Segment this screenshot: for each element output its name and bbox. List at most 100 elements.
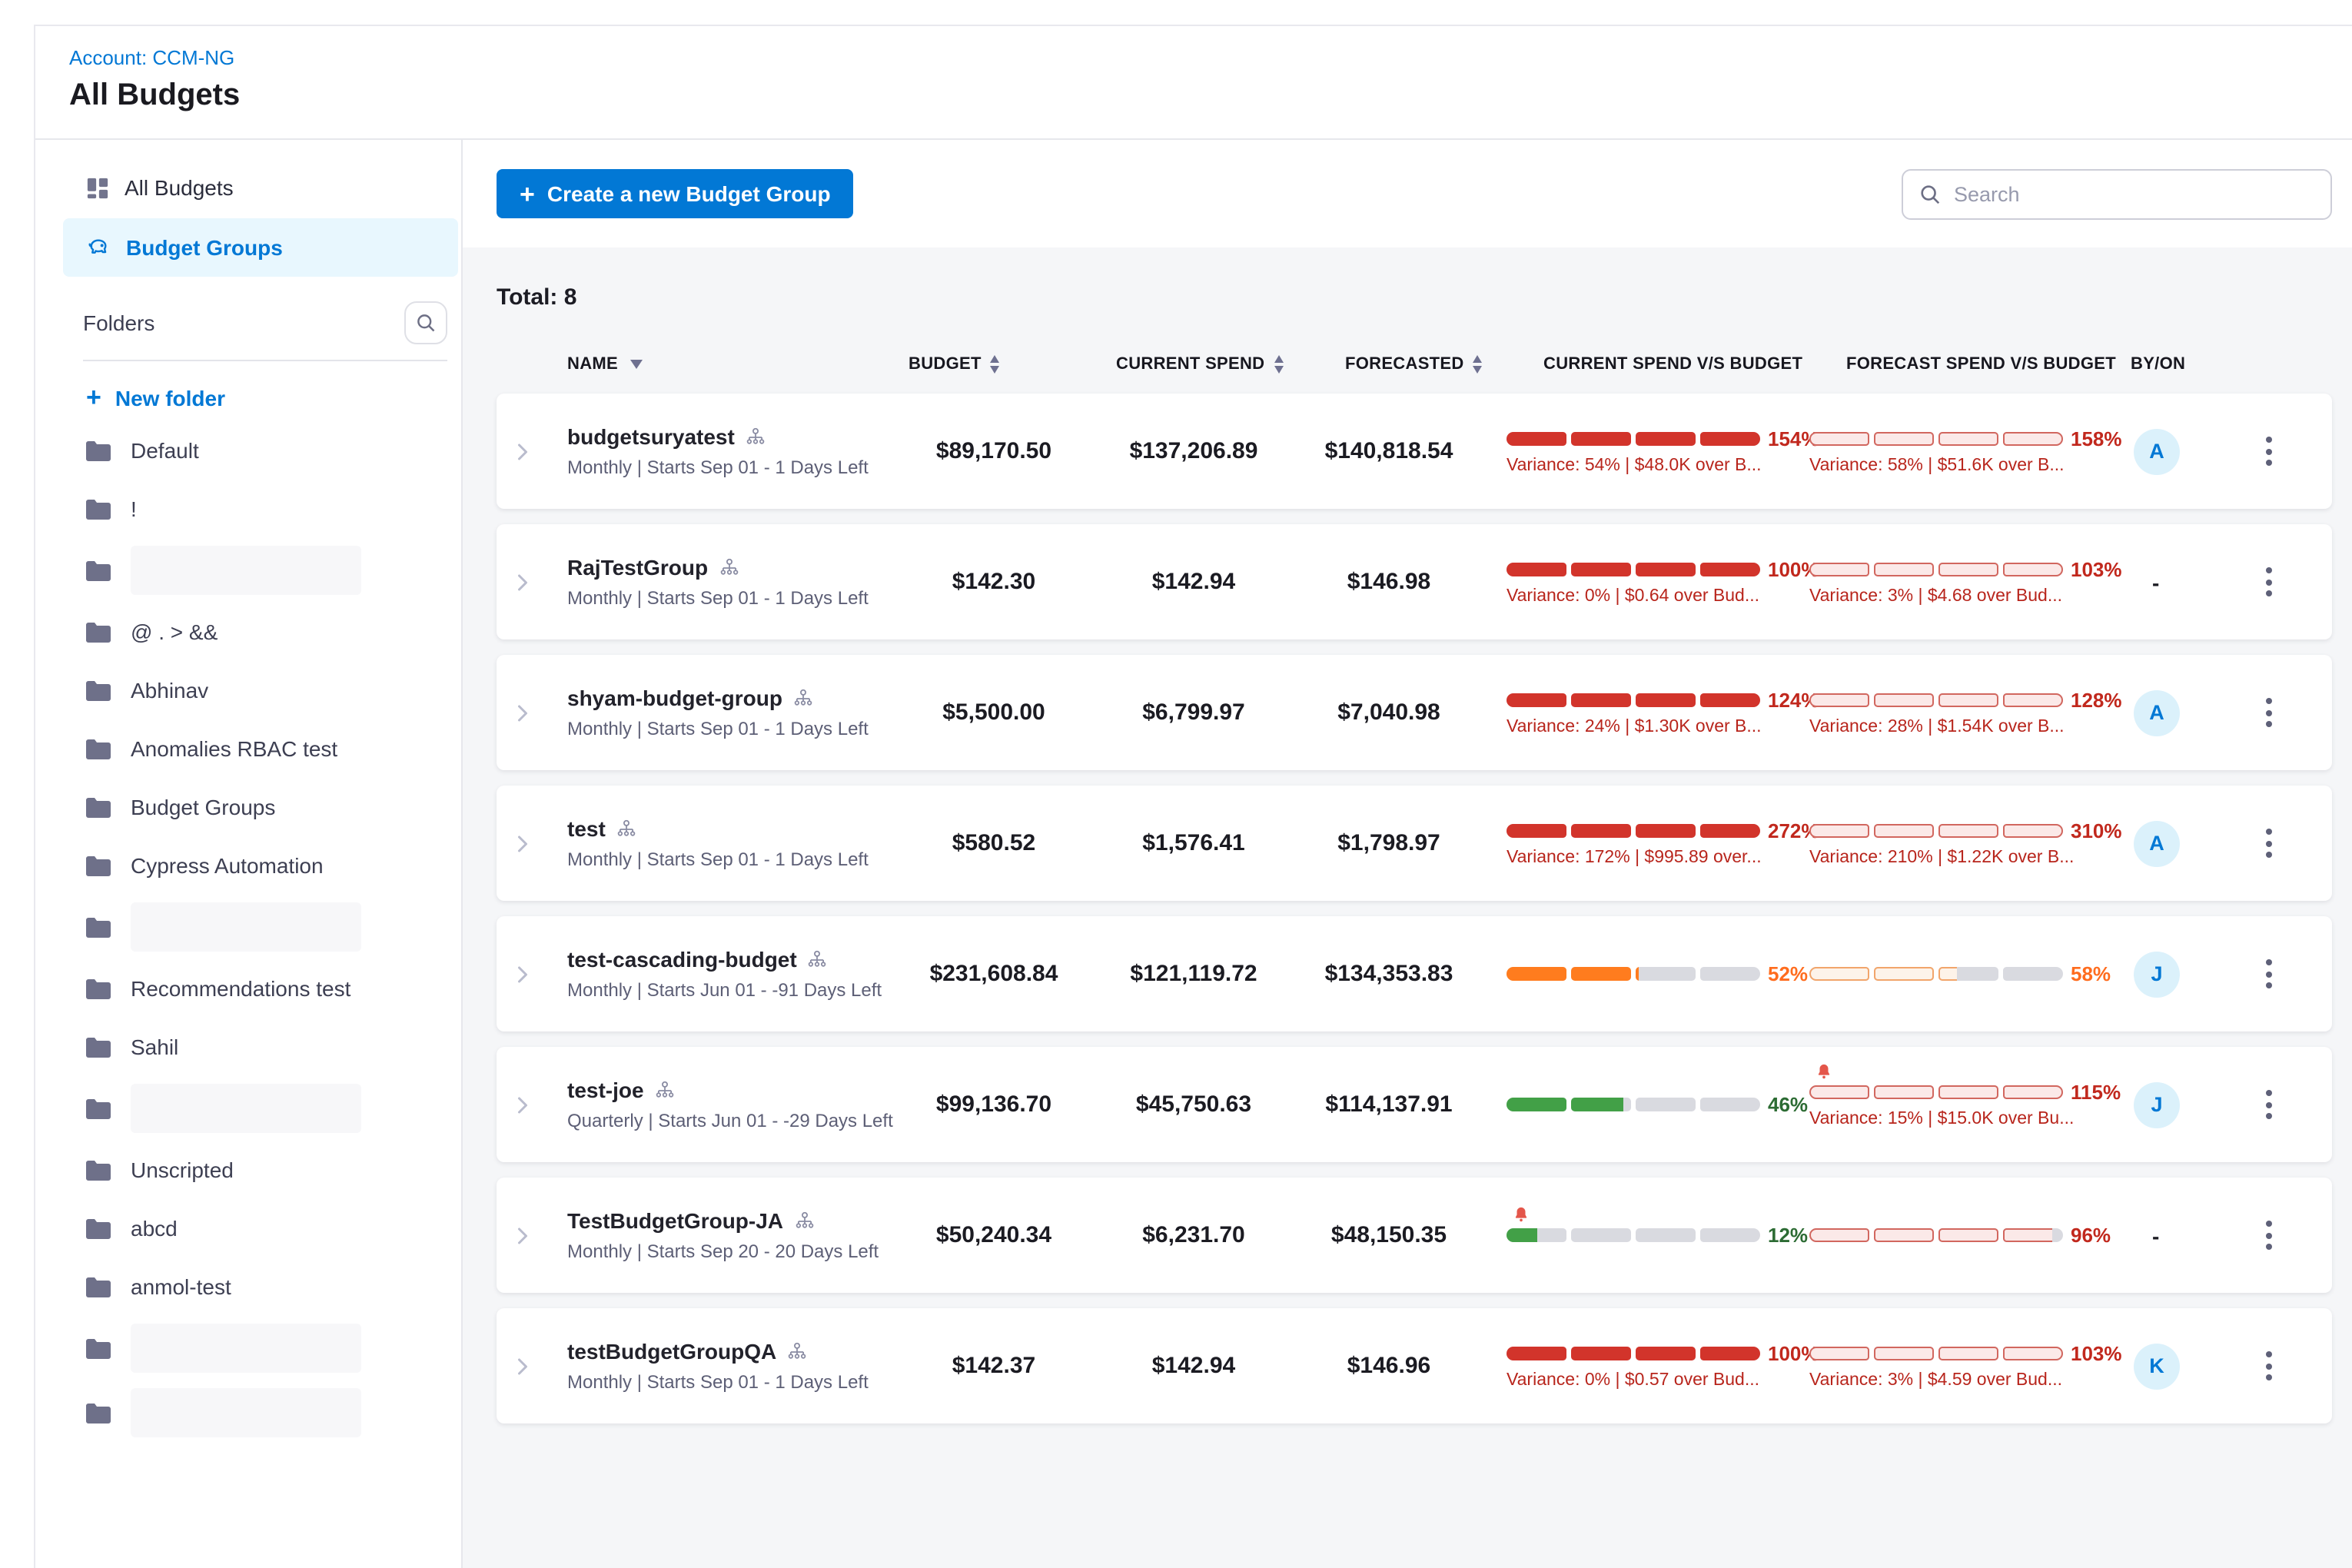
- budget-group-name[interactable]: RajTestGroup: [567, 555, 708, 580]
- app-root: Account: CCM-NG All Budgets All Budgets: [0, 0, 2352, 1568]
- sort-caret-icon: [630, 360, 643, 369]
- progress-bar: [1507, 1228, 1760, 1242]
- sidebar-item-all-budgets[interactable]: All Budgets: [63, 158, 458, 217]
- folder-item[interactable]: Sahil: [86, 1018, 461, 1076]
- kebab-menu-icon: [2256, 1081, 2281, 1128]
- chevron-right-icon[interactable]: [510, 703, 567, 722]
- chevron-right-icon[interactable]: [510, 442, 567, 460]
- table-row[interactable]: test-cascading-budget Monthly | Starts J…: [497, 916, 2332, 1031]
- folder-icon: [86, 1037, 111, 1057]
- column-header-forecasted[interactable]: FORECASTED: [1308, 355, 1507, 374]
- folder-item[interactable]: [86, 1076, 461, 1141]
- chevron-right-icon[interactable]: [510, 1095, 567, 1114]
- folder-icon: [86, 680, 111, 700]
- page-title: All Budgets: [69, 78, 2352, 114]
- variance-text: Variance: 0% | $0.64 over Bud...: [1507, 587, 1809, 606]
- hierarchy-icon: [616, 819, 636, 839]
- progress-percent: 58%: [2071, 962, 2111, 985]
- folders-search-button[interactable]: [404, 301, 447, 344]
- owner-dash: -: [2134, 570, 2159, 594]
- row-menu-button[interactable]: [2220, 1342, 2317, 1390]
- budget-group-name[interactable]: budgetsuryatest: [567, 424, 735, 449]
- table-row[interactable]: RajTestGroup Monthly | Starts Sep 01 - 1…: [497, 524, 2332, 639]
- account-breadcrumb[interactable]: Account: CCM-NG: [69, 46, 234, 69]
- chevron-right-icon[interactable]: [510, 965, 567, 983]
- current-spend-amount: $121,119.72: [1116, 961, 1308, 987]
- row-menu-button[interactable]: [2220, 819, 2317, 867]
- forecast-vs-budget-cell: 128%Variance: 28% | $1.54K over B...: [1809, 689, 2131, 736]
- chevron-right-icon[interactable]: [510, 1357, 567, 1375]
- folder-label: anmol-test: [131, 1274, 231, 1299]
- kebab-menu-icon: [2256, 427, 2281, 475]
- row-menu-button[interactable]: [2220, 950, 2317, 998]
- folder-item[interactable]: [86, 1380, 461, 1445]
- table-row[interactable]: budgetsuryatest Monthly | Starts Sep 01 …: [497, 394, 2332, 509]
- folder-item[interactable]: @ . > &&: [86, 603, 461, 661]
- folder-icon: [86, 797, 111, 817]
- sidebar-item-budget-groups[interactable]: Budget Groups: [63, 218, 458, 277]
- row-menu-button[interactable]: [2220, 427, 2317, 475]
- folder-item[interactable]: [86, 895, 461, 959]
- folder-item[interactable]: [86, 1316, 461, 1380]
- hierarchy-icon: [808, 949, 828, 969]
- progress-bar: [1507, 824, 1760, 838]
- row-menu-button[interactable]: [2220, 1081, 2317, 1128]
- folder-icon: [86, 1098, 111, 1118]
- current-vs-budget-cell: 12%: [1507, 1224, 1809, 1247]
- by-on-cell: J: [2131, 951, 2220, 997]
- folder-item[interactable]: anmol-test: [86, 1257, 461, 1316]
- budget-group-name[interactable]: test-cascading-budget: [567, 947, 797, 972]
- column-header-budget[interactable]: BUDGET: [909, 355, 1116, 374]
- folder-item[interactable]: Cypress Automation: [86, 836, 461, 895]
- table-row[interactable]: test Monthly | Starts Sep 01 - 1 Days Le…: [497, 786, 2332, 901]
- redacted-folder-label: [131, 1324, 361, 1373]
- budget-group-name[interactable]: test: [567, 816, 606, 841]
- create-budget-group-button[interactable]: + Create a new Budget Group: [497, 169, 854, 218]
- folder-item[interactable]: Default: [86, 421, 461, 480]
- folder-item[interactable]: [86, 538, 461, 603]
- folder-item[interactable]: Abhinav: [86, 661, 461, 719]
- table-row[interactable]: shyam-budget-group Monthly | Starts Sep …: [497, 655, 2332, 770]
- row-menu-button[interactable]: [2220, 1211, 2317, 1259]
- table-row[interactable]: TestBudgetGroup-JA Monthly | Starts Sep …: [497, 1178, 2332, 1293]
- folder-icon: [86, 1277, 111, 1297]
- folder-item[interactable]: Recommendations test: [86, 959, 461, 1018]
- folder-list: Default ! @ . > && Abhinav Anomalies RBA…: [35, 421, 461, 1445]
- by-on-cell: -: [2131, 570, 2220, 594]
- folder-icon: [86, 499, 111, 519]
- variance-text: Variance: 210% | $1.22K over B...: [1809, 849, 2131, 867]
- folder-label: Abhinav: [131, 678, 208, 703]
- table-row[interactable]: testBudgetGroupQA Monthly | Starts Sep 0…: [497, 1308, 2332, 1423]
- forecasted-amount: $146.96: [1308, 1353, 1507, 1379]
- budget-group-name[interactable]: testBudgetGroupQA: [567, 1339, 776, 1364]
- chevron-right-icon[interactable]: [510, 1226, 567, 1244]
- table-row[interactable]: test-joe Quarterly | Starts Jun 01 - -29…: [497, 1047, 2332, 1162]
- plus-icon: +: [520, 181, 535, 207]
- column-header-name[interactable]: NAME: [567, 355, 909, 374]
- kebab-menu-icon: [2256, 950, 2281, 998]
- progress-bar: [1809, 967, 2063, 981]
- folder-item[interactable]: Anomalies RBAC test: [86, 719, 461, 778]
- folder-item[interactable]: abcd: [86, 1199, 461, 1257]
- column-header-current-spend[interactable]: CURRENT SPEND: [1116, 355, 1308, 374]
- folder-icon: [86, 855, 111, 875]
- folder-item[interactable]: Budget Groups: [86, 778, 461, 836]
- budget-group-name[interactable]: test-joe: [567, 1078, 644, 1102]
- row-menu-button[interactable]: [2220, 558, 2317, 606]
- budget-group-name[interactable]: shyam-budget-group: [567, 686, 782, 710]
- new-folder-button[interactable]: + New folder: [86, 384, 461, 410]
- search-input[interactable]: [1954, 182, 2315, 205]
- forecasted-amount: $48,150.35: [1308, 1222, 1507, 1248]
- forecast-vs-budget-cell: 115%Variance: 15% | $15.0K over Bu...: [1809, 1081, 2131, 1128]
- row-menu-button[interactable]: [2220, 689, 2317, 736]
- sort-icon: [991, 355, 1000, 374]
- chevron-right-icon[interactable]: [510, 834, 567, 852]
- chevron-right-icon[interactable]: [510, 573, 567, 591]
- budget-amount: $50,240.34: [909, 1222, 1116, 1248]
- folder-item[interactable]: Unscripted: [86, 1141, 461, 1199]
- folder-item[interactable]: !: [86, 480, 461, 538]
- budget-group-name[interactable]: TestBudgetGroup-JA: [567, 1208, 783, 1233]
- folder-label: abcd: [131, 1216, 178, 1241]
- budget-period: Quarterly | Starts Jun 01 - -29 Days Lef…: [567, 1110, 896, 1131]
- current-spend-amount: $6,231.70: [1116, 1222, 1308, 1248]
